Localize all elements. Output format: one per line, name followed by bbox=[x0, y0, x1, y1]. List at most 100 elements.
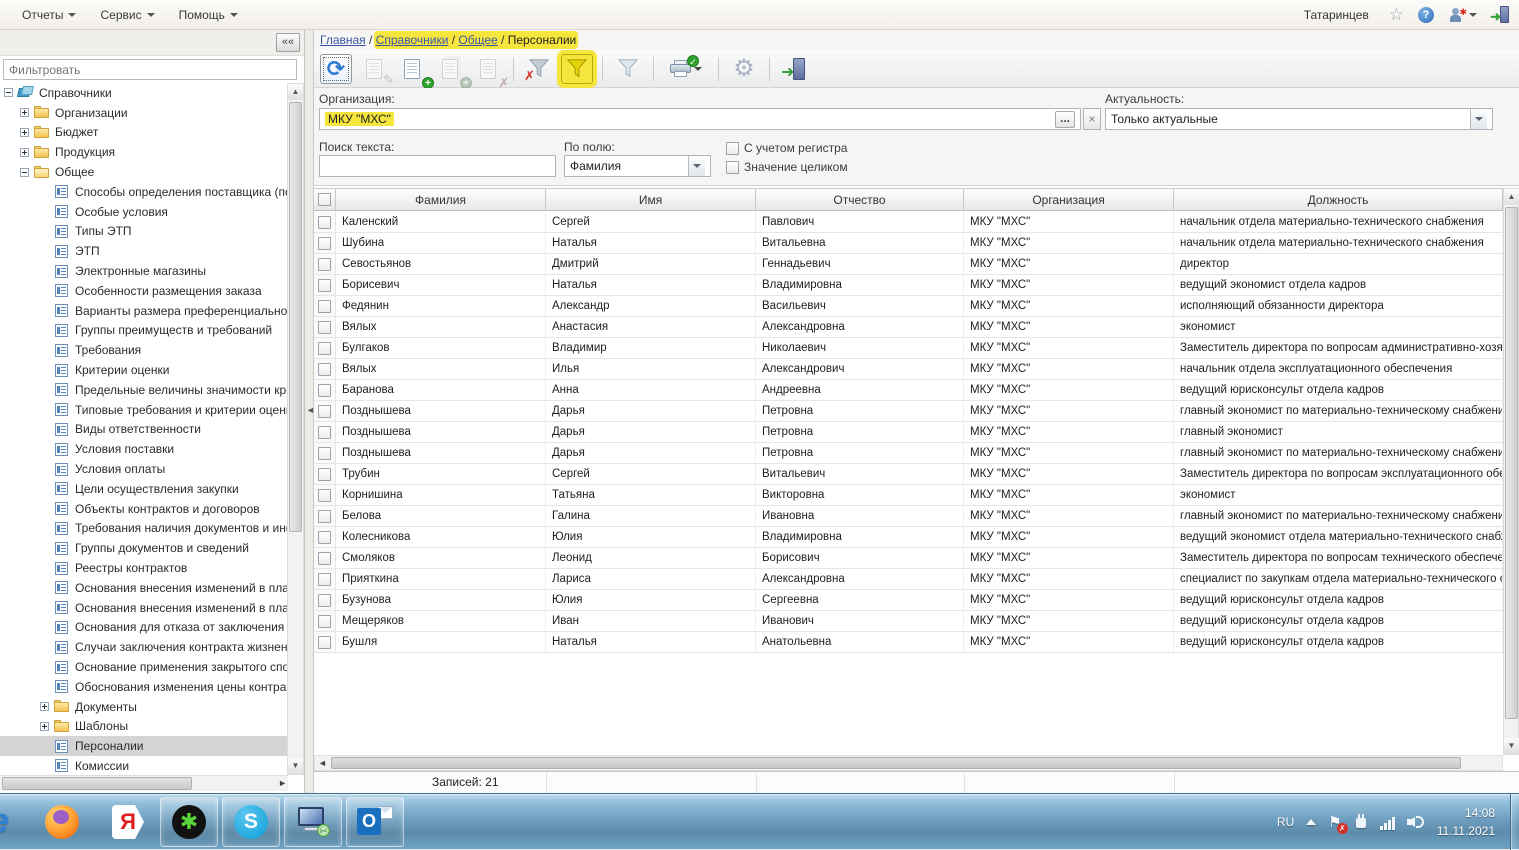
table-hscroll-thumb[interactable] bbox=[331, 757, 1461, 769]
row-checkbox[interactable] bbox=[318, 237, 331, 250]
by-field-dropdown-button[interactable] bbox=[688, 156, 705, 176]
breadcrumb-item-3[interactable]: Общее bbox=[458, 33, 497, 47]
table-row[interactable]: ВялыхАнастасияАлександровнаМКУ "МХС"экон… bbox=[314, 317, 1503, 338]
clear-filter-button[interactable]: ✗ bbox=[523, 54, 555, 84]
yandex-browser-icon[interactable]: Я bbox=[108, 802, 148, 842]
row-checkbox[interactable] bbox=[318, 594, 331, 607]
row-checkbox[interactable] bbox=[318, 216, 331, 229]
row-checkbox-cell[interactable] bbox=[314, 443, 336, 463]
table-row[interactable]: ФедянинАлександрВасильевичМКУ "МХС"испол… bbox=[314, 296, 1503, 317]
menubar-item-отчеты[interactable]: Отчеты bbox=[10, 4, 88, 26]
tree-item-продукция[interactable]: Продукция bbox=[0, 142, 288, 162]
row-checkbox-cell[interactable] bbox=[314, 380, 336, 400]
delete-record-button[interactable]: ✗ bbox=[472, 54, 504, 84]
row-checkbox[interactable] bbox=[318, 279, 331, 292]
table-vertical-scrollbar[interactable]: ▲ ▼ bbox=[1503, 188, 1519, 755]
refresh-button[interactable]: ⟳ bbox=[320, 54, 352, 84]
icq-taskbar-button[interactable]: ✱ bbox=[160, 797, 218, 847]
tree-item-основания-внесения-изменений-в-план-за[interactable]: Основания внесения изменений в план за bbox=[0, 598, 288, 618]
scroll-down-arrow[interactable]: ▼ bbox=[1504, 738, 1519, 754]
column-header-2[interactable]: Имя bbox=[546, 189, 756, 210]
table-row[interactable]: КолесниковаЮлияВладимировнаМКУ "МХС"веду… bbox=[314, 527, 1503, 548]
tree-item-основание-применения-закрытого-способ[interactable]: Основание применения закрытого способ bbox=[0, 657, 288, 677]
row-checkbox[interactable] bbox=[318, 636, 331, 649]
print-button[interactable]: ✓ bbox=[663, 54, 709, 84]
tree-toggle-plus[interactable] bbox=[20, 108, 29, 117]
row-checkbox[interactable] bbox=[318, 447, 331, 460]
tree-item-персоналии[interactable]: Персоналии bbox=[0, 736, 288, 756]
tree-item-условия-поставки[interactable]: Условия поставки bbox=[0, 439, 288, 459]
row-checkbox-cell[interactable] bbox=[314, 212, 336, 232]
table-row[interactable]: БеловаГалинаИвановнаМКУ "МХС"главный эко… bbox=[314, 506, 1503, 527]
column-header-5[interactable]: Должность bbox=[1174, 189, 1503, 210]
row-checkbox[interactable] bbox=[318, 258, 331, 271]
tree-item-шаблоны[interactable]: Шаблоны bbox=[0, 717, 288, 737]
case-sensitive-checkbox-row[interactable]: С учетом регистра bbox=[726, 141, 847, 155]
row-checkbox[interactable] bbox=[318, 384, 331, 397]
table-row[interactable]: ПозднышеваДарьяПетровнаМКУ "МХС"главный … bbox=[314, 422, 1503, 443]
tree-item-способы-определения-поставщика-(подря[interactable]: Способы определения поставщика (подря bbox=[0, 182, 288, 202]
internet-explorer-icon[interactable]: e bbox=[0, 802, 9, 841]
tree-item-общее[interactable]: Общее bbox=[0, 162, 288, 182]
tree-item-основания-внесения-изменений-в-план[interactable]: Основания внесения изменений в план bbox=[0, 578, 288, 598]
actuality-select[interactable]: Только актуальные bbox=[1105, 108, 1493, 130]
tree-item-группы-документов-и-сведений[interactable]: Группы документов и сведений bbox=[0, 538, 288, 558]
tree-horizontal-scrollbar[interactable]: ► bbox=[0, 775, 288, 791]
tree-filter-input[interactable] bbox=[3, 59, 297, 80]
tree-item-объекты-контрактов-и-договоров[interactable]: Объекты контрактов и договоров bbox=[0, 499, 288, 519]
table-row[interactable]: БарановаАннаАндреевнаМКУ "МХС"ведущий юр… bbox=[314, 380, 1503, 401]
column-header-3[interactable]: Отчество bbox=[756, 189, 964, 210]
row-checkbox-cell[interactable] bbox=[314, 485, 336, 505]
tree-item-критерии-оценки[interactable]: Критерии оценки bbox=[0, 360, 288, 380]
tree-toggle-plus[interactable] bbox=[20, 148, 29, 157]
tree-scroll-thumb[interactable] bbox=[289, 102, 302, 532]
tree-item-обоснования-изменения-цены-контракта-в[interactable]: Обоснования изменения цены контракта в bbox=[0, 677, 288, 697]
row-checkbox-cell[interactable] bbox=[314, 506, 336, 526]
breadcrumb-item-2[interactable]: Справочники bbox=[376, 33, 449, 47]
tree-item-справочники[interactable]: Справочники bbox=[0, 83, 288, 103]
organization-browse-button[interactable]: ... bbox=[1055, 111, 1075, 128]
row-checkbox[interactable] bbox=[318, 552, 331, 565]
row-checkbox[interactable] bbox=[318, 426, 331, 439]
tree-item-документы[interactable]: Документы bbox=[0, 697, 288, 717]
sidebar-splitter[interactable]: ◄ bbox=[305, 30, 314, 793]
scroll-down-arrow[interactable]: ▼ bbox=[288, 758, 303, 774]
tree-item-бюджет[interactable]: Бюджет bbox=[0, 123, 288, 143]
show-desktop-button[interactable] bbox=[1510, 794, 1519, 850]
tree-toggle-minus[interactable] bbox=[4, 88, 13, 97]
filter-button[interactable] bbox=[561, 54, 593, 84]
row-checkbox-cell[interactable] bbox=[314, 401, 336, 421]
table-row[interactable]: БорисевичНатальяВладимировнаМКУ "МХС"вед… bbox=[314, 275, 1503, 296]
scroll-up-arrow[interactable]: ▲ bbox=[1504, 189, 1519, 205]
row-checkbox[interactable] bbox=[318, 468, 331, 481]
row-checkbox-cell[interactable] bbox=[314, 317, 336, 337]
tree-item-требования[interactable]: Требования bbox=[0, 340, 288, 360]
whole-value-checkbox[interactable] bbox=[726, 161, 739, 174]
row-checkbox-cell[interactable] bbox=[314, 527, 336, 547]
header-select-all-cell[interactable] bbox=[314, 189, 336, 210]
tree-item-цели-осуществления-закупки[interactable]: Цели осуществления закупки bbox=[0, 479, 288, 499]
row-checkbox-cell[interactable] bbox=[314, 590, 336, 610]
scroll-right-arrow[interactable]: ► bbox=[278, 778, 287, 788]
select-all-checkbox[interactable] bbox=[318, 193, 331, 206]
row-checkbox-cell[interactable] bbox=[314, 254, 336, 274]
table-horizontal-scrollbar[interactable]: ◄ bbox=[314, 755, 1503, 771]
row-checkbox[interactable] bbox=[318, 321, 331, 334]
table-row[interactable]: БузуноваЮлияСергеевнаМКУ "МХС"ведущий юр… bbox=[314, 590, 1503, 611]
breadcrumb-item-1[interactable]: Главная bbox=[320, 33, 366, 47]
table-row[interactable]: МещеряковИванИвановичМКУ "МХС"ведущий юр… bbox=[314, 611, 1503, 632]
tree-item-требования-наличия-документов-и-инфор[interactable]: Требования наличия документов и инфор bbox=[0, 519, 288, 539]
table-row[interactable]: БушляНатальяАнатольевнаМКУ "МХС"ведущий … bbox=[314, 632, 1503, 653]
organization-clear-button[interactable]: × bbox=[1083, 108, 1101, 130]
tree-toggle-plus[interactable] bbox=[40, 702, 49, 711]
table-row[interactable]: ПозднышеваДарьяПетровнаМКУ "МХС"главный … bbox=[314, 401, 1503, 422]
row-checkbox-cell[interactable] bbox=[314, 359, 336, 379]
row-checkbox-cell[interactable] bbox=[314, 632, 336, 652]
actuality-dropdown-button[interactable] bbox=[1470, 109, 1487, 129]
whole-value-checkbox-row[interactable]: Значение целиком bbox=[726, 160, 848, 174]
table-scroll-thumb[interactable] bbox=[1505, 207, 1518, 719]
tree-toggle-plus[interactable] bbox=[20, 128, 29, 137]
tree-item-электронные-магазины[interactable]: Электронные магазины bbox=[0, 261, 288, 281]
language-indicator[interactable]: RU bbox=[1277, 815, 1294, 829]
column-header-4[interactable]: Организация bbox=[964, 189, 1174, 210]
